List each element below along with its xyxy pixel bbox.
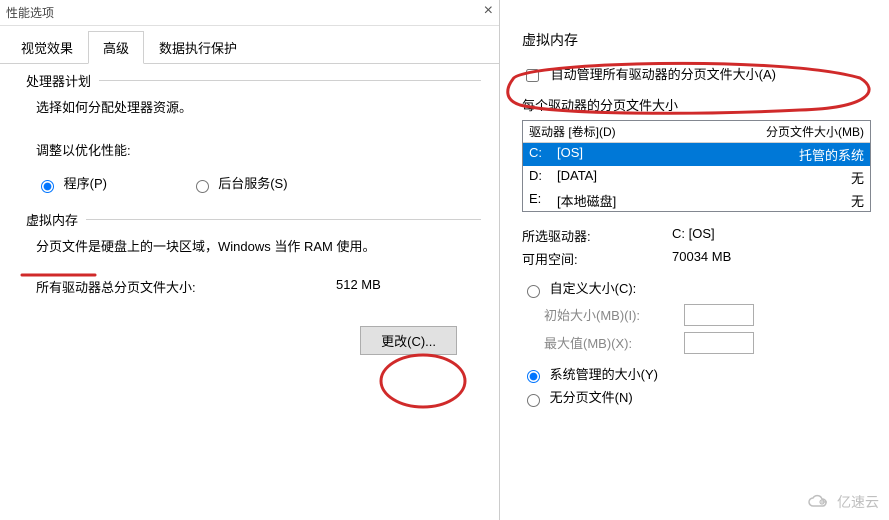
drive-row-e[interactable]: E: [本地磁盘] 无 (523, 189, 870, 212)
col-drive: 驱动器 [卷标](D) (529, 123, 744, 140)
per-drive-label: 每个驱动器的分页文件大小 (522, 95, 871, 114)
drive-size: 托管的系统 (754, 145, 864, 164)
drive-row-d[interactable]: D: [DATA] 无 (523, 166, 870, 189)
window-title: 性能选项 (6, 4, 54, 21)
watermark: 亿速云 (807, 492, 879, 512)
drive-label: [OS] (557, 145, 754, 164)
radio-custom-input[interactable] (527, 285, 540, 298)
radio-no-paging[interactable]: 无分页文件(N) (522, 390, 633, 405)
selected-drive-value: C: [OS] (672, 226, 871, 245)
drive-row-c[interactable]: C: [OS] 托管的系统 (523, 143, 870, 166)
close-icon[interactable]: × (484, 2, 493, 20)
radio-programs[interactable]: 程序(P) (36, 176, 111, 191)
cpu-desc: 选择如何分配处理器资源。 (36, 97, 477, 116)
drive-size: 无 (754, 191, 864, 210)
titlebar: 性能选项 × (0, 0, 499, 26)
drive-label: [DATA] (557, 168, 754, 187)
tab-visual-effects[interactable]: 视觉效果 (6, 31, 88, 64)
drive-label: [本地磁盘] (557, 191, 754, 210)
radio-none-input[interactable] (527, 394, 540, 407)
drive-letter: D: (529, 168, 557, 187)
change-button[interactable]: 更改(C)... (360, 326, 457, 355)
radio-services[interactable]: 后台服务(S) (191, 176, 288, 191)
tab-advanced[interactable]: 高级 (88, 31, 144, 64)
max-size-input[interactable] (684, 332, 754, 354)
performance-options-dialog: 性能选项 × 视觉效果 高级 数据执行保护 处理器计划 选择如何分配处理器资源。… (0, 0, 500, 520)
vm-dialog-title: 虚拟内存 (522, 30, 871, 50)
selected-drive-key: 所选驱动器: (522, 226, 672, 245)
tab-dep[interactable]: 数据执行保护 (144, 31, 252, 64)
radio-system-managed[interactable]: 系统管理的大小(Y) (522, 367, 658, 382)
auto-manage-checkbox[interactable]: 自动管理所有驱动器的分页文件大小(A) (522, 67, 776, 82)
vm-total-label: 所有驱动器总分页文件大小: (36, 277, 336, 296)
free-space-key: 可用空间: (522, 249, 672, 268)
radio-system-label: 系统管理的大小(Y) (550, 367, 658, 382)
watermark-text: 亿速云 (837, 492, 879, 512)
cpu-group-title: 处理器计划 (26, 71, 99, 90)
drive-letter: C: (529, 145, 557, 164)
drive-size: 无 (754, 168, 864, 187)
free-space-value: 70034 MB (672, 249, 871, 268)
radio-system-input[interactable] (527, 370, 540, 383)
vm-group-title: 虚拟内存 (26, 210, 86, 229)
radio-services-input[interactable] (196, 180, 209, 193)
vm-desc: 分页文件是硬盘上的一块区域，Windows 当作 RAM 使用。 (36, 236, 477, 255)
drive-letter: E: (529, 191, 557, 210)
cpu-scheduling-group: 处理器计划 选择如何分配处理器资源。 调整以优化性能: 程序(P) 后台服务(S… (26, 80, 481, 203)
tab-strip: 视觉效果 高级 数据执行保护 (0, 30, 499, 64)
virtual-memory-group: 虚拟内存 分页文件是硬盘上的一块区域，Windows 当作 RAM 使用。 所有… (26, 219, 481, 365)
radio-programs-input[interactable] (41, 180, 54, 193)
auto-manage-checkbox-input[interactable] (526, 69, 539, 82)
cloud-icon (807, 494, 833, 510)
initial-size-label: 初始大小(MB)(I): (544, 305, 684, 324)
radio-custom-label: 自定义大小(C): (550, 281, 637, 296)
drive-list[interactable]: 驱动器 [卷标](D) 分页文件大小(MB) C: [OS] 托管的系统 D: … (522, 120, 871, 212)
initial-size-input[interactable] (684, 304, 754, 326)
radio-custom-size[interactable]: 自定义大小(C): (522, 281, 636, 296)
auto-manage-label: 自动管理所有驱动器的分页文件大小(A) (551, 67, 776, 82)
radio-programs-label: 程序(P) (64, 176, 107, 191)
col-size: 分页文件大小(MB) (744, 123, 864, 140)
vm-total-value: 512 MB (336, 277, 456, 296)
drive-list-header: 驱动器 [卷标](D) 分页文件大小(MB) (523, 121, 870, 143)
radio-none-label: 无分页文件(N) (550, 390, 633, 405)
virtual-memory-dialog: 虚拟内存 自动管理所有驱动器的分页文件大小(A) 每个驱动器的分页文件大小 驱动… (500, 0, 889, 520)
cpu-adjust-label: 调整以优化性能: (36, 140, 477, 159)
radio-services-label: 后台服务(S) (218, 176, 287, 191)
max-size-label: 最大值(MB)(X): (544, 333, 684, 352)
